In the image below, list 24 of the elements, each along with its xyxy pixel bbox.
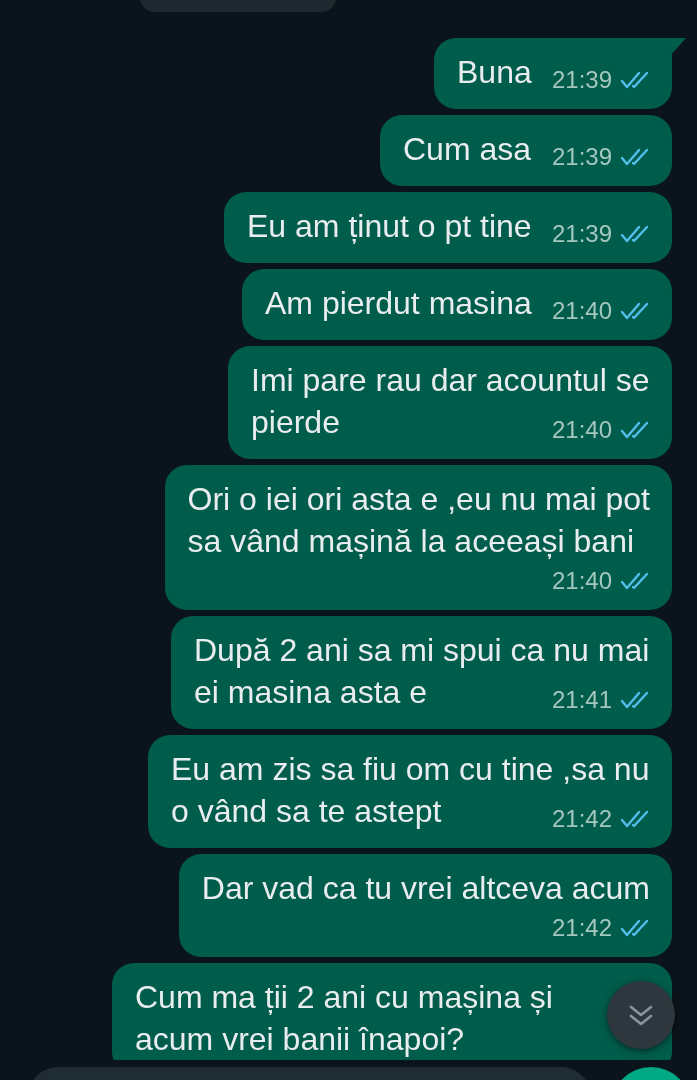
message-time: 21:39 <box>551 219 612 249</box>
message-text: o vând sa te astept <box>171 792 442 831</box>
message-time: 21:40 <box>551 296 612 326</box>
message-text: acum vrei banii înapoi? <box>135 1020 465 1059</box>
message-text: Am pierdut masina <box>265 284 532 323</box>
message-time: 21:39 <box>551 65 612 95</box>
message-time: 21:40 <box>551 566 612 596</box>
message-text: Ori o iei ori asta e ,eu nu mai pot <box>187 480 650 519</box>
message-time: 21:40 <box>551 415 612 445</box>
message-time: 21:42 <box>551 913 612 943</box>
message-text: Eu am zis sa fiu om cu tine ,sa nu <box>171 750 650 789</box>
message-text: Dar vad ca tu vrei altceva acum <box>201 869 650 908</box>
message-text: Cum asa <box>403 130 532 169</box>
message-text: Imi pare rau dar acountul se <box>251 361 650 400</box>
message-text: Buna <box>457 53 532 92</box>
message-time: 21:39 <box>551 142 612 172</box>
message-time: 21:42 <box>551 804 612 834</box>
message-text: Cum ma ții 2 ani cu mașina și <box>135 978 553 1017</box>
message-text: sa vând mașină la aceeași bani <box>187 522 635 561</box>
message-text: După 2 ani sa mi spui ca nu mai <box>194 631 650 670</box>
message-text: Eu am ținut o pt tine <box>247 207 532 246</box>
message-text: pierde <box>251 403 340 442</box>
message-time: 21:41 <box>551 685 612 715</box>
message-text: ei masina asta e <box>194 673 427 712</box>
